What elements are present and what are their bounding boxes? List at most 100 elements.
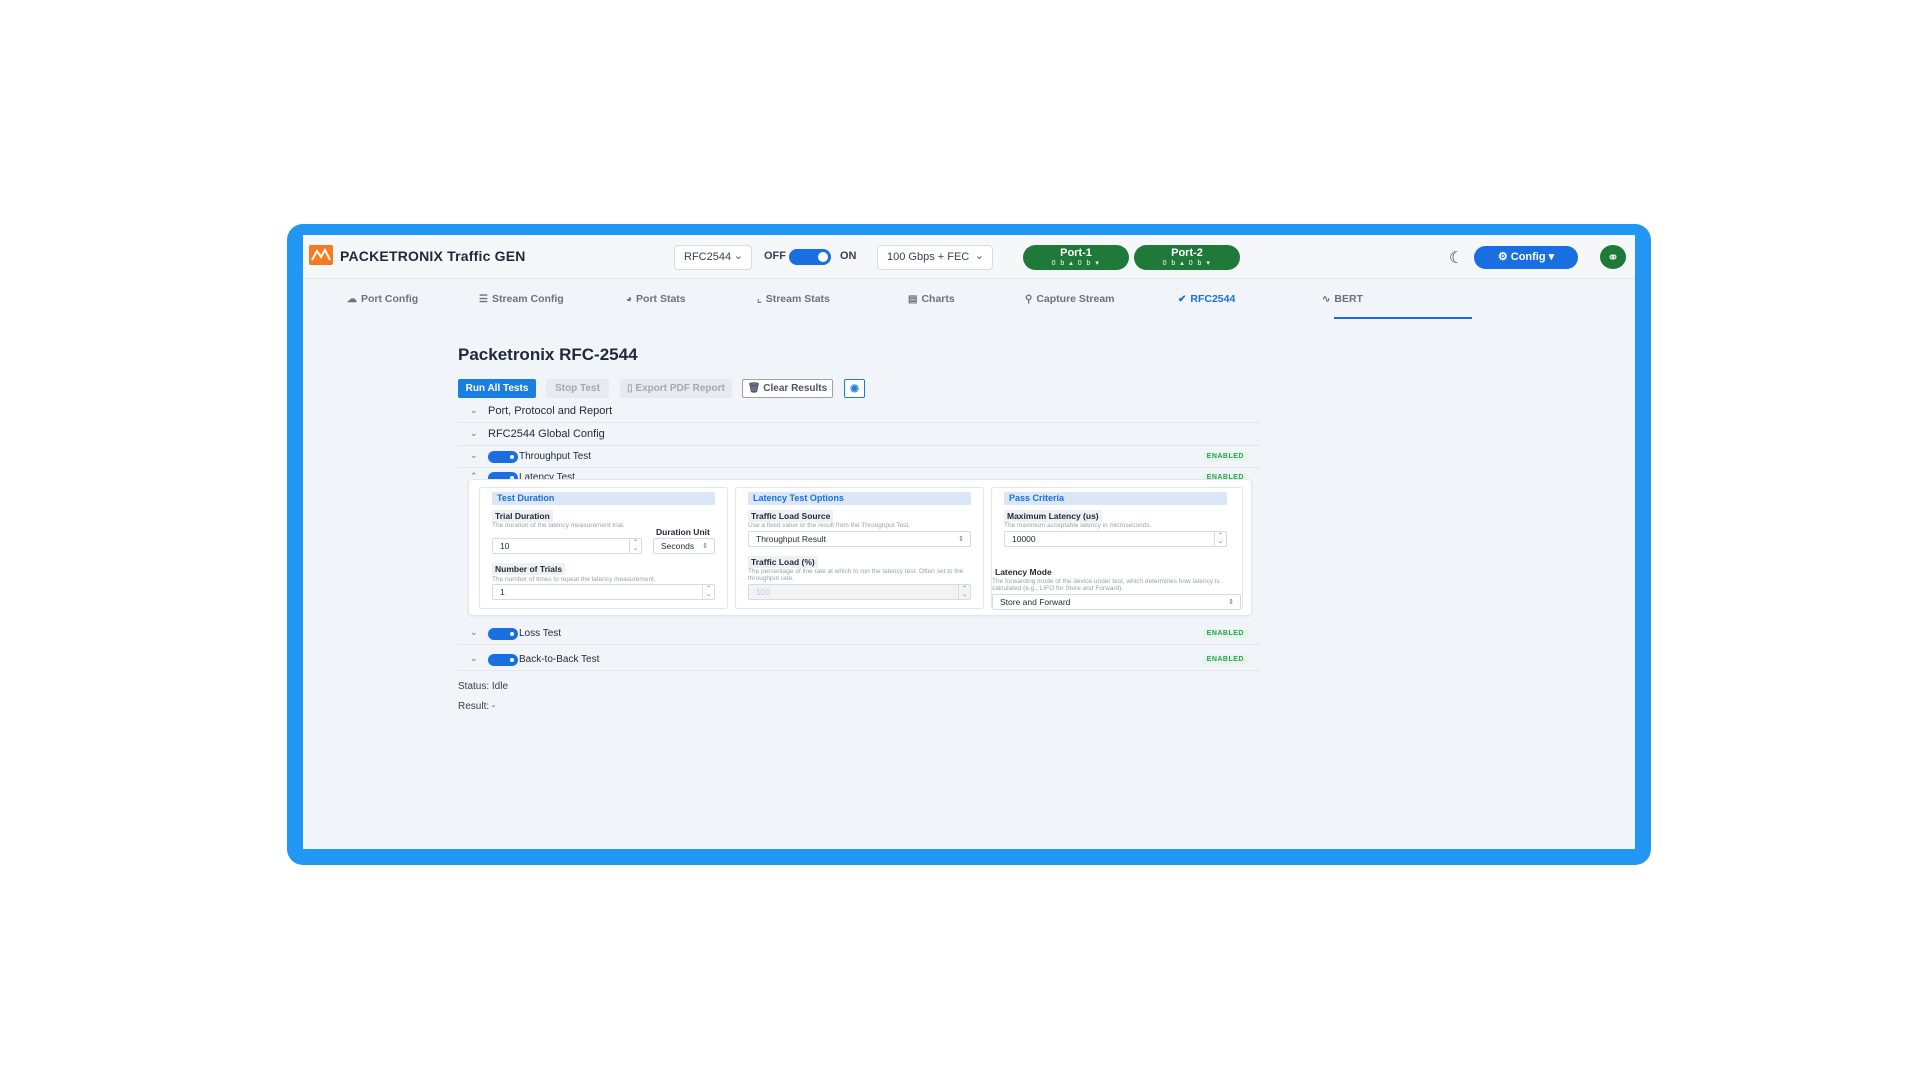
tab-charts[interactable]: ▤ Charts bbox=[908, 293, 955, 305]
tab-label: Port Stats bbox=[636, 293, 686, 305]
traffic-load-input[interactable]: 100 ⌃ ⌄ bbox=[748, 584, 971, 600]
max-latency-input[interactable]: 10000 ⌃ ⌄ bbox=[1004, 531, 1227, 547]
check-circle-icon: ✔ bbox=[1178, 294, 1187, 305]
latency-mode-value: Store and Forward bbox=[1000, 597, 1071, 607]
section-back-to-back-test[interactable]: ⌄ Back-to-Back Test ENABLED bbox=[458, 649, 1260, 671]
bar-chart-icon: ▤ bbox=[908, 294, 918, 305]
tab-stream-config[interactable]: ☰ Stream Config bbox=[479, 293, 564, 305]
power-toggle[interactable] bbox=[789, 249, 831, 265]
latency-mode-select[interactable]: Store and Forward ⇕ bbox=[992, 594, 1241, 610]
status-text: Status: Idle bbox=[458, 681, 509, 692]
active-tab-indicator bbox=[1334, 317, 1472, 319]
power-off-label: OFF bbox=[764, 250, 786, 262]
port-2-badge[interactable]: Port-2 0 b ▴ 0 b ▾ bbox=[1134, 245, 1240, 270]
tab-bert[interactable]: ∿ BERT bbox=[1322, 293, 1363, 305]
section-throughput-test[interactable]: ⌄ Throughput Test ENABLED bbox=[458, 446, 1260, 468]
tab-port-stats[interactable]: ◕ Port Stats bbox=[626, 293, 686, 305]
port-1-badge[interactable]: Port-1 0 b ▴ 0 b ▾ bbox=[1023, 245, 1129, 270]
traffic-load-label: Traffic Load (%) bbox=[748, 556, 818, 568]
trial-duration-desc: The duration of the latency measurement … bbox=[492, 522, 625, 529]
status-badge: ENABLED bbox=[1202, 655, 1248, 664]
toggle-knob bbox=[509, 453, 515, 460]
clear-label: Clear Results bbox=[763, 383, 828, 394]
chevron-down-icon: ⌄ bbox=[470, 653, 478, 663]
max-latency-value: 10000 bbox=[1012, 534, 1036, 544]
result-text: Result: - bbox=[458, 701, 496, 712]
stepper-icon[interactable]: ⌃ ⌄ bbox=[629, 539, 641, 553]
tab-label: Port Config bbox=[361, 293, 419, 305]
throughput-toggle[interactable] bbox=[488, 451, 518, 463]
pulse-icon: ∿ bbox=[1322, 294, 1331, 305]
tab-label: BERT bbox=[1334, 293, 1363, 305]
run-all-tests-button[interactable]: Run All Tests bbox=[458, 379, 536, 398]
latency-options-card: Latency Test Options Traffic Load Source… bbox=[735, 487, 984, 609]
chevron-down-icon: ⌄ bbox=[470, 450, 478, 460]
test-duration-card: Test Duration Trial Duration The duratio… bbox=[479, 487, 728, 609]
card-heading: Pass Criteria bbox=[1004, 492, 1227, 505]
select-arrows-icon: ⇕ bbox=[702, 543, 708, 550]
duration-unit-select[interactable]: Seconds ⇕ bbox=[653, 538, 715, 554]
section-global-config[interactable]: ⌄ RFC2544 Global Config bbox=[458, 424, 1260, 446]
toggle-knob bbox=[509, 630, 515, 637]
load-source-select[interactable]: Throughput Result ⇕ bbox=[748, 531, 971, 547]
latency-config-panel: Test Duration Trial Duration The duratio… bbox=[468, 479, 1252, 616]
max-latency-desc: The maximum acceptable latency in micros… bbox=[1004, 522, 1152, 529]
num-trials-input[interactable]: 1 ⌃ ⌄ bbox=[492, 584, 715, 600]
chevron-down-icon: ⌄ bbox=[733, 250, 743, 262]
export-pdf-button[interactable]: ▯ Export PDF Report bbox=[620, 379, 732, 398]
load-source-label: Traffic Load Source bbox=[748, 510, 834, 522]
trial-duration-label: Trial Duration bbox=[492, 510, 553, 522]
config-button[interactable]: ⚙ Config ▾ bbox=[1474, 246, 1578, 269]
section-title: Throughput Test bbox=[519, 451, 592, 462]
port-2-name: Port-2 bbox=[1171, 247, 1203, 259]
list-icon: ☰ bbox=[479, 294, 488, 305]
export-label: Export PDF Report bbox=[635, 383, 725, 394]
toggle-knob bbox=[509, 656, 515, 663]
stop-test-button[interactable]: Stop Test bbox=[546, 379, 609, 398]
load-source-value: Throughput Result bbox=[756, 534, 826, 544]
tab-label: RFC2544 bbox=[1190, 293, 1236, 305]
section-loss-test[interactable]: ⌄ Loss Test ENABLED bbox=[458, 623, 1260, 645]
loss-toggle[interactable] bbox=[488, 628, 518, 640]
config-label: Config ▾ bbox=[1510, 251, 1555, 263]
num-trials-value: 1 bbox=[500, 587, 505, 597]
stepper-icon[interactable]: ⌃ ⌄ bbox=[702, 585, 714, 599]
power-on-label: ON bbox=[840, 250, 857, 262]
port-2-stats: 0 b ▴ 0 b ▾ bbox=[1162, 260, 1212, 267]
link-icon[interactable]: ⚭ bbox=[1600, 245, 1626, 269]
status-badge: ENABLED bbox=[1202, 452, 1248, 461]
pie-chart-icon: ◕ bbox=[626, 294, 633, 305]
tab-rfc2544[interactable]: ✔ RFC2544 bbox=[1178, 293, 1235, 305]
tab-capture-stream[interactable]: ⚲ Capture Stream bbox=[1025, 293, 1115, 305]
num-trials-label: Number of Trials bbox=[492, 563, 566, 575]
section-port-protocol-report[interactable]: ⌄ Port, Protocol and Report bbox=[458, 401, 1260, 423]
card-heading: Latency Test Options bbox=[748, 492, 971, 505]
speed-select-value: 100 Gbps + FEC bbox=[887, 251, 970, 263]
select-arrows-icon: ⇕ bbox=[1228, 599, 1234, 606]
back-to-back-toggle[interactable] bbox=[488, 654, 518, 666]
toggle-knob bbox=[818, 252, 828, 262]
section-title: Loss Test bbox=[519, 628, 562, 639]
tab-port-config[interactable]: ☁ Port Config bbox=[347, 293, 418, 305]
stepper-icon[interactable]: ⌃ ⌄ bbox=[958, 585, 970, 599]
stepper-icon[interactable]: ⌃ ⌄ bbox=[1214, 532, 1226, 546]
clear-results-button[interactable]: 🗑 Clear Results bbox=[742, 379, 833, 398]
latency-mode-label: Latency Mode bbox=[995, 567, 1052, 577]
tab-stream-stats[interactable]: ⌞ Stream Stats bbox=[757, 293, 830, 305]
device-frame: PACKETRONIX Traffic GEN RFC2544 ⌄ OFF ON… bbox=[287, 224, 1651, 865]
settings-icon-button[interactable]: ◉ bbox=[844, 379, 865, 398]
tab-label: Charts bbox=[921, 293, 955, 305]
select-arrows-icon: ⇕ bbox=[958, 536, 964, 543]
traffic-load-value: 100 bbox=[756, 587, 771, 597]
num-trials-desc: The number of times to repeat the latenc… bbox=[492, 576, 656, 583]
main-tabs: ☁ Port Config ☰ Stream Config ◕ Port Stats … bbox=[303, 279, 1635, 319]
speed-select[interactable]: 100 Gbps + FEC ⌄ bbox=[877, 245, 993, 270]
chevron-down-icon: ⌄ bbox=[470, 627, 478, 637]
app-header: PACKETRONIX Traffic GEN RFC2544 ⌄ OFF ON… bbox=[303, 235, 1635, 279]
status-badge: ENABLED bbox=[1202, 629, 1248, 638]
test-select[interactable]: RFC2544 ⌄ bbox=[674, 245, 752, 270]
dark-mode-moon-icon[interactable]: ☾ bbox=[1449, 248, 1463, 268]
trial-duration-input[interactable]: 10 ⌃ ⌄ bbox=[492, 538, 642, 554]
port-1-stats: 0 b ▴ 0 b ▾ bbox=[1051, 260, 1101, 267]
card-heading: Test Duration bbox=[492, 492, 715, 505]
